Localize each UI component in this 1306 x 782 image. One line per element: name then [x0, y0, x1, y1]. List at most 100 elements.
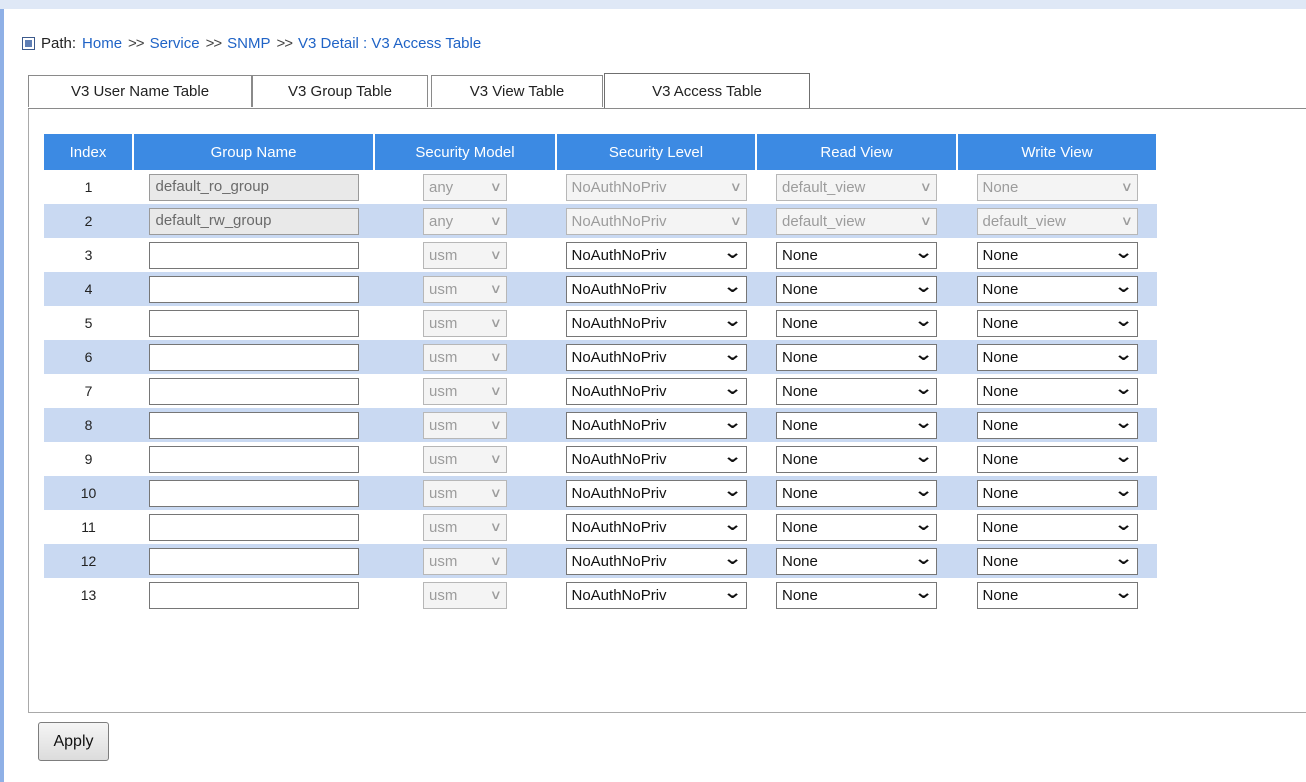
security-level-select[interactable]: NoAuthNoPriv ⌄ — [565, 513, 747, 541]
read-view-cell: None ⌄ — [756, 306, 957, 340]
security-level-select[interactable]: NoAuthNoPriv ⌄ — [565, 377, 747, 405]
breadcrumb-current[interactable]: V3 Detail : V3 Access Table — [298, 35, 481, 52]
write-view-select[interactable]: None ⌄ — [976, 547, 1138, 575]
row-index: 10 — [44, 476, 133, 510]
read-view-value: None — [782, 416, 818, 434]
table-header-row: Index Group Name Security Model Security… — [44, 134, 1158, 170]
security-level-cell: NoAuthNoPriv ⌄ — [556, 306, 756, 340]
read-view-select[interactable]: None ⌄ — [776, 547, 937, 575]
table-row: 6 usm ∨ NoAuthNoPriv ⌄ None ⌄ None ⌄ — [44, 340, 1157, 374]
read-view-value: default_view — [782, 178, 866, 196]
security-level-value: NoAuthNoPriv — [571, 484, 667, 502]
read-view-select: default_view ∨ — [776, 173, 937, 201]
read-view-select[interactable]: None ⌄ — [776, 377, 937, 405]
group-name-input[interactable] — [148, 581, 359, 609]
write-view-select[interactable]: None ⌄ — [976, 411, 1138, 439]
row-index: 4 — [44, 272, 133, 306]
security-level-select[interactable]: NoAuthNoPriv ⌄ — [565, 479, 747, 507]
write-view-select[interactable]: None ⌄ — [976, 309, 1138, 337]
header-read-view: Read View — [756, 134, 958, 170]
write-view-select[interactable]: None ⌄ — [976, 445, 1138, 473]
breadcrumb: Path: Home >> Service >> SNMP >> V3 Deta… — [22, 33, 481, 53]
breadcrumb-snmp[interactable]: SNMP — [227, 35, 270, 52]
table-row: 3 usm ∨ NoAuthNoPriv ⌄ None ⌄ None ⌄ — [44, 238, 1157, 272]
group-name-input[interactable] — [148, 547, 359, 575]
group-name-input[interactable] — [148, 343, 359, 371]
group-name-input[interactable] — [148, 445, 359, 473]
group-name-cell — [133, 306, 374, 340]
group-name-input[interactable] — [148, 309, 359, 337]
row-index: 8 — [44, 408, 133, 442]
breadcrumb-service[interactable]: Service — [150, 35, 200, 52]
breadcrumb-separator: >> — [128, 34, 145, 52]
security-model-value: usm — [429, 416, 458, 434]
group-name-input[interactable] — [148, 479, 359, 507]
read-view-select[interactable]: None ⌄ — [776, 445, 937, 473]
security-level-select[interactable]: NoAuthNoPriv ⌄ — [565, 581, 747, 609]
write-view-select[interactable]: None ⌄ — [976, 377, 1138, 405]
write-view-cell: None ⌄ — [957, 374, 1157, 408]
breadcrumb-separator: >> — [276, 34, 293, 52]
chevron-down-icon: ∨ — [920, 179, 933, 194]
breadcrumb-home[interactable]: Home — [82, 35, 122, 52]
security-level-select[interactable]: NoAuthNoPriv ⌄ — [565, 411, 747, 439]
write-view-select[interactable]: None ⌄ — [976, 275, 1138, 303]
security-level-select[interactable]: NoAuthNoPriv ⌄ — [565, 241, 747, 269]
tab-v3-access-table[interactable]: V3 Access Table — [604, 73, 810, 109]
table-row: 13 usm ∨ NoAuthNoPriv ⌄ None ⌄ None ⌄ — [44, 578, 1157, 612]
read-view-select[interactable]: None ⌄ — [776, 411, 937, 439]
security-model-select: usm ∨ — [423, 377, 507, 405]
security-model-cell: usm ∨ — [374, 408, 556, 442]
tab-v3-group-table[interactable]: V3 Group Table — [252, 75, 428, 107]
read-view-select[interactable]: None ⌄ — [776, 309, 937, 337]
security-model-select: any ∨ — [423, 207, 507, 235]
security-level-select[interactable]: NoAuthNoPriv ⌄ — [565, 547, 747, 575]
security-model-cell: usm ∨ — [374, 306, 556, 340]
write-view-select[interactable]: None ⌄ — [976, 479, 1138, 507]
group-name-input[interactable] — [148, 411, 359, 439]
security-level-select[interactable]: NoAuthNoPriv ⌄ — [565, 275, 747, 303]
group-name-input[interactable] — [148, 241, 359, 269]
table-row: 11 usm ∨ NoAuthNoPriv ⌄ None ⌄ None ⌄ — [44, 510, 1157, 544]
read-view-cell: default_view ∨ — [756, 204, 957, 238]
read-view-select[interactable]: None ⌄ — [776, 581, 937, 609]
read-view-select[interactable]: None ⌄ — [776, 241, 937, 269]
security-level-select[interactable]: NoAuthNoPriv ⌄ — [565, 445, 747, 473]
group-name-input[interactable] — [148, 513, 359, 541]
read-view-select[interactable]: None ⌄ — [776, 479, 937, 507]
group-name-input[interactable] — [148, 275, 359, 303]
tab-v3-user-name-table[interactable]: V3 User Name Table — [28, 75, 252, 107]
apply-button[interactable]: Apply — [38, 722, 109, 761]
security-level-cell: NoAuthNoPriv ⌄ — [556, 442, 756, 476]
write-view-select[interactable]: None ⌄ — [976, 513, 1138, 541]
header-security-level: Security Level — [556, 134, 757, 170]
row-index: 1 — [44, 170, 133, 204]
security-model-value: usm — [429, 518, 458, 536]
security-level-select: NoAuthNoPriv ∨ — [565, 173, 747, 201]
group-name-cell — [133, 476, 374, 510]
read-view-cell: None ⌄ — [756, 510, 957, 544]
breadcrumb-label: Path: — [41, 34, 77, 52]
write-view-select[interactable]: None ⌄ — [976, 241, 1138, 269]
read-view-value: None — [782, 314, 818, 332]
chevron-down-icon: ∨ — [490, 349, 503, 364]
read-view-select[interactable]: None ⌄ — [776, 513, 937, 541]
read-view-select[interactable]: None ⌄ — [776, 275, 937, 303]
tab-v3-view-table[interactable]: V3 View Table — [431, 75, 603, 107]
chevron-down-icon: ⌄ — [913, 276, 934, 296]
security-level-cell: NoAuthNoPriv ∨ — [556, 170, 756, 204]
write-view-select[interactable]: None ⌄ — [976, 581, 1138, 609]
security-level-select[interactable]: NoAuthNoPriv ⌄ — [565, 343, 747, 371]
read-view-select[interactable]: None ⌄ — [776, 343, 937, 371]
group-name-input[interactable] — [148, 377, 359, 405]
top-strip — [0, 0, 1306, 9]
security-model-select: usm ∨ — [423, 479, 507, 507]
read-view-cell: None ⌄ — [756, 238, 957, 272]
write-view-select[interactable]: None ⌄ — [976, 343, 1138, 371]
chevron-down-icon: ∨ — [490, 247, 503, 262]
write-view-value: None — [982, 314, 1019, 332]
table-row: 10 usm ∨ NoAuthNoPriv ⌄ None ⌄ None ⌄ — [44, 476, 1157, 510]
security-level-select[interactable]: NoAuthNoPriv ⌄ — [565, 309, 747, 337]
read-view-select: default_view ∨ — [776, 207, 937, 235]
security-model-value: usm — [429, 484, 458, 502]
